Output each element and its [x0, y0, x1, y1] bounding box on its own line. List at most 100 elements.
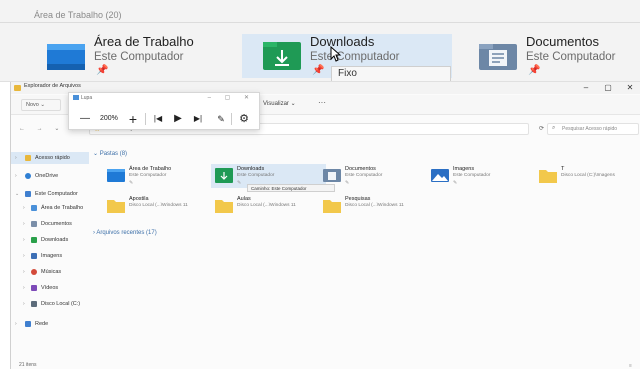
sidebar-item-this-pc[interactable]: ⌄ Este Computador — [11, 188, 89, 200]
sidebar-item-quick-access[interactable]: › Acesso rápido — [11, 152, 89, 164]
divider — [0, 22, 640, 23]
view-button[interactable]: Visualizar ⌄ — [263, 100, 296, 107]
recent-locations-button[interactable]: ⌄ — [54, 126, 64, 132]
magnified-desktop-name: Área de Trabalho — [94, 34, 194, 49]
sidebar-item-label: Este Computador — [35, 191, 78, 197]
tile-apostila[interactable]: Apostila Disco Local (...\Windows 11 — [103, 194, 218, 218]
search-icon: ⌕ — [552, 125, 556, 131]
desktop-folder-icon — [47, 44, 85, 70]
more-options-button[interactable]: ··· — [318, 98, 326, 107]
tile-desktop[interactable]: Área de Trabalho Este Computador ✎ — [103, 164, 218, 188]
magnified-tooltip: Fixo — [331, 66, 451, 81]
sidebar-item-label: Disco Local (C:) — [41, 301, 81, 307]
tile-location: Este Computador — [453, 173, 491, 178]
magnified-documents-item[interactable]: Documentos Este Computador 📌 — [478, 34, 640, 78]
maximize-button[interactable]: ▢ — [597, 82, 619, 94]
tile-name: Área de Trabalho — [129, 166, 172, 172]
sidebar-item-network[interactable]: › Rede — [11, 318, 89, 330]
magnifier-window-controls[interactable]: – ▢ ✕ — [208, 94, 255, 101]
chevron-right-icon: › — [23, 253, 25, 259]
magnifier-app-icon — [73, 95, 79, 101]
explorer-app-icon — [14, 85, 21, 91]
sidebar-item-label: Rede — [35, 321, 49, 327]
sidebar-item-videos[interactable]: › Vídeos — [11, 282, 89, 294]
cloud-icon — [25, 173, 31, 179]
magnified-desktop-item[interactable]: Área de Trabalho Este Computador 📌 — [46, 34, 226, 78]
path-tooltip: Caminho: Este Computador — [247, 184, 335, 192]
desktop-folder-icon — [107, 169, 125, 182]
pictures-icon — [31, 253, 37, 259]
forward-button[interactable]: → — [37, 126, 48, 132]
tile-name: Downloads — [237, 166, 265, 172]
settings-gear-icon[interactable]: ⚙ — [235, 109, 253, 129]
sidebar-item-desktop[interactable]: › Área de Trabalho — [11, 202, 89, 214]
tile-name: Aulas — [237, 196, 251, 202]
close-button[interactable]: ✕ — [619, 82, 640, 94]
read-from-here-icon[interactable]: ✎ — [213, 109, 229, 129]
chevron-right-icon: › — [15, 173, 17, 179]
pinned-folders-header[interactable]: ⌄ Pastas (8) — [93, 150, 127, 157]
sidebar-item-local-disk[interactable]: › Disco Local (C:) — [11, 298, 89, 310]
sidebar-item-documents[interactable]: › Documentos — [11, 218, 89, 230]
magnifier-controls: — 200% + |◀ ▶ ▶| ✎ ⚙ — [69, 109, 261, 129]
chevron-right-icon: › — [23, 237, 25, 243]
tile-location: Este Computador — [237, 173, 275, 178]
status-bar-count: 21 itens — [19, 362, 37, 368]
read-aloud-play-button[interactable]: ▶ — [169, 109, 187, 129]
separator — [145, 113, 146, 125]
pin-icon: 📌 — [96, 65, 109, 76]
tile-pictures[interactable]: Imagens Este Computador ✎ — [427, 164, 542, 188]
chevron-right-icon: › — [23, 269, 25, 275]
back-button[interactable]: ← — [19, 126, 30, 132]
pin-icon: ✎ — [237, 180, 242, 186]
sidebar-item-pictures[interactable]: › Imagens — [11, 250, 89, 262]
tile-location: Disco Local (C:)\Imagens — [561, 173, 615, 178]
view-toggle-icon[interactable]: ≡ — [629, 363, 632, 369]
recent-files-header[interactable]: › Arquivos recentes (17) — [93, 230, 157, 236]
tile-name: Pesquisas — [345, 196, 371, 202]
tile-location: Este Computador — [345, 173, 383, 178]
new-button[interactable]: Novo ⌄ — [21, 99, 61, 111]
downloads-folder-icon — [263, 42, 301, 70]
video-icon — [31, 285, 37, 291]
tile-location: Disco Local (...\Windows 11 — [345, 203, 404, 208]
magnified-downloads-sub: Este Computador — [310, 51, 400, 63]
window-title: Explorador de Arquivos — [24, 83, 81, 89]
music-icon — [31, 269, 37, 275]
sidebar-item-label: Imagens — [41, 253, 63, 259]
folder-icon — [107, 200, 125, 213]
folder-icon — [215, 200, 233, 213]
previous-paragraph-button[interactable]: |◀ — [149, 109, 167, 129]
pin-icon: ✎ — [129, 180, 134, 186]
folder-icon — [323, 200, 341, 213]
navigation-pane: › Acesso rápido › OneDrive ⌄ Este Comput… — [11, 144, 91, 364]
separator — [231, 113, 232, 125]
sidebar-item-downloads[interactable]: › Downloads — [11, 234, 89, 246]
sidebar-item-music[interactable]: › Músicas — [11, 266, 89, 278]
window-controls: – ▢ ✕ — [575, 82, 640, 94]
tile-folder-t[interactable]: T Disco Local (C:)\Imagens — [535, 164, 640, 188]
chevron-right-icon: › — [15, 155, 17, 161]
documents-folder-icon — [479, 44, 517, 70]
magnified-prev-title: Área de Trabalho (20) — [34, 10, 122, 20]
zoom-out-button[interactable]: — — [75, 109, 95, 129]
next-paragraph-button[interactable]: ▶| — [189, 109, 207, 129]
zoom-level: 200% — [100, 115, 118, 122]
zoom-in-button[interactable]: + — [125, 109, 141, 129]
tile-pesquisas[interactable]: Pesquisas Disco Local (...\Windows 11 — [319, 194, 434, 218]
pin-icon: ✎ — [453, 180, 458, 186]
pictures-folder-icon — [431, 169, 449, 182]
sidebar-item-onedrive[interactable]: › OneDrive — [11, 170, 89, 182]
refresh-button[interactable]: ⟳ — [539, 125, 544, 132]
magnifier-title-text: Lupa — [81, 95, 93, 101]
search-input[interactable]: ⌕ Pesquisar Acesso rápido — [547, 123, 639, 135]
screen: Área de Trabalho (20) Área de Trabalho E… — [0, 0, 640, 369]
network-icon — [25, 321, 31, 327]
sidebar-item-label: Vídeos — [41, 285, 59, 291]
magnified-documents-name: Documentos — [526, 34, 599, 49]
magnified-downloads-name: Downloads — [310, 34, 375, 49]
minimize-button[interactable]: – — [575, 82, 597, 94]
tile-documents[interactable]: Documentos Este Computador ✎ — [319, 164, 434, 188]
downloads-folder-icon — [215, 168, 233, 183]
tile-aulas[interactable]: Aulas Disco Local (...\Windows 11 — [211, 194, 326, 218]
